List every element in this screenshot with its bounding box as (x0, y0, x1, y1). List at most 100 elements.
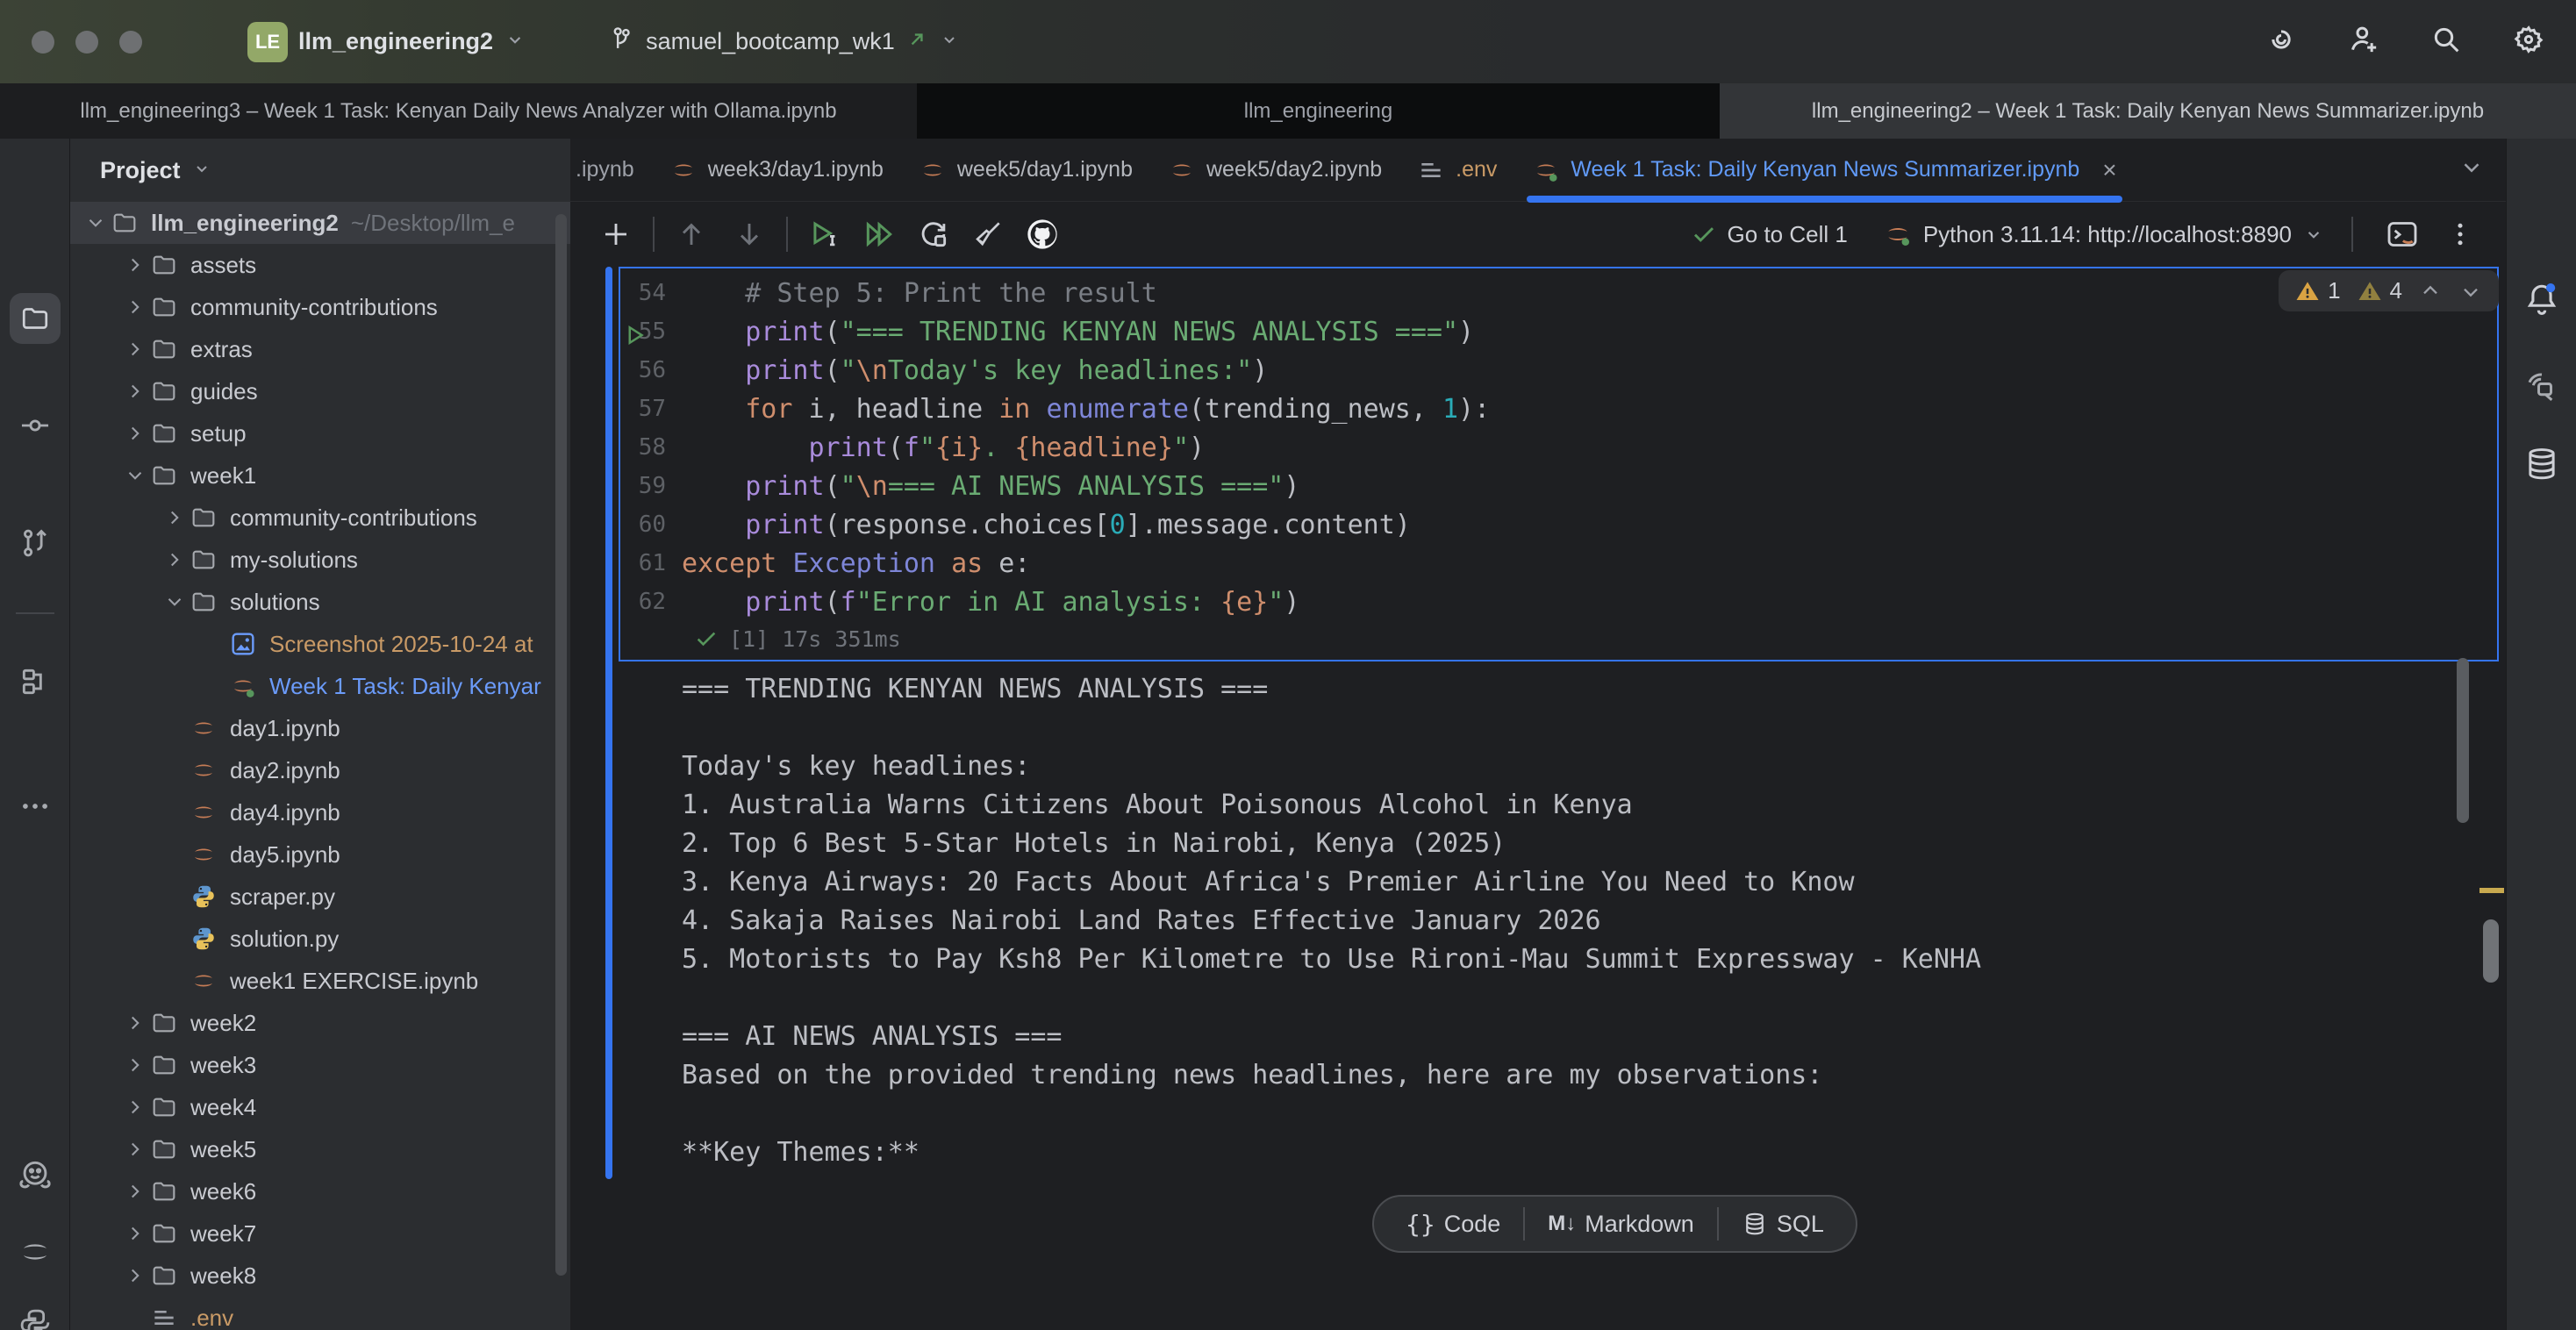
editor-tab[interactable]: .env (1399, 139, 1514, 201)
chevron-right-icon[interactable] (160, 506, 190, 529)
commit-tool-button[interactable] (18, 409, 52, 447)
chevron-down-icon[interactable] (191, 158, 212, 183)
notifications-bell-icon[interactable] (2522, 279, 2561, 322)
kebab-menu-icon[interactable] (2437, 211, 2483, 257)
tree-item[interactable]: week8 (70, 1255, 570, 1297)
code-line[interactable]: 62 print(f"Error in AI analysis: {e}") (620, 583, 2497, 621)
tree-item[interactable]: week3 (70, 1044, 570, 1086)
tree-item[interactable]: .env (70, 1297, 570, 1330)
chevron-right-icon[interactable] (120, 254, 150, 276)
jupyter-tool-button[interactable] (17, 1233, 54, 1275)
minimize-window-button[interactable] (75, 31, 98, 54)
database-tool-icon[interactable] (2523, 446, 2560, 487)
code-cell[interactable]: 54 # Step 5: Print the result55 print("=… (619, 267, 2499, 661)
tree-item[interactable]: scraper.py (70, 876, 570, 918)
window-tab[interactable]: llm_engineering (917, 83, 1720, 139)
move-cell-up-button[interactable] (669, 211, 714, 257)
tree-item[interactable]: my-solutions (70, 539, 570, 581)
code-line[interactable]: 54 # Step 5: Print the result (620, 274, 2497, 312)
tree-item[interactable]: solutions (70, 581, 570, 623)
code-line[interactable]: 57 for i, headline in enumerate(trending… (620, 390, 2497, 428)
chevron-right-icon[interactable] (120, 296, 150, 318)
window-controls[interactable] (32, 31, 142, 54)
tree-item[interactable]: assets (70, 244, 570, 286)
chevron-right-icon[interactable] (120, 1054, 150, 1076)
tree-item[interactable]: community-contributions (70, 497, 570, 539)
tree-item[interactable]: day2.ipynb (70, 749, 570, 791)
chevron-right-icon[interactable] (120, 1264, 150, 1287)
tree-item[interactable]: setup (70, 412, 570, 454)
tree-item[interactable]: week6 (70, 1170, 570, 1212)
notebook-scrollbar[interactable] (2457, 658, 2469, 823)
editor-tab[interactable]: week5/day2.ipynb (1150, 139, 1399, 201)
tree-item[interactable]: week5 (70, 1128, 570, 1170)
go-to-cell-widget[interactable]: Go to Cell 1 (1691, 221, 1848, 248)
search-icon[interactable] (2429, 22, 2464, 61)
project-tool-button[interactable] (10, 293, 61, 344)
close-tab-icon[interactable]: × (2102, 156, 2116, 184)
prev-warning-icon[interactable] (2418, 279, 2443, 304)
editor-tab[interactable]: week3/day1.ipynb (652, 139, 901, 201)
tree-item[interactable]: Week 1 Task: Daily Kenyar (70, 665, 570, 707)
window-tab[interactable]: llm_engineering3 – Week 1 Task: Kenyan D… (0, 83, 917, 139)
editor-tab[interactable]: week5/day1.ipynb (901, 139, 1150, 201)
code-line[interactable]: 60 print(response.choices[0].message.con… (620, 505, 2497, 544)
tree-item[interactable]: week1 (70, 454, 570, 497)
next-warning-icon[interactable] (2458, 279, 2483, 304)
project-widget[interactable]: LE llm_engineering2 (247, 22, 526, 62)
run-line-icon[interactable] (622, 322, 648, 354)
settings-gear-icon[interactable] (2511, 22, 2546, 61)
restart-kernel-button[interactable] (911, 211, 956, 257)
close-window-button[interactable] (32, 31, 54, 54)
jupyter-console-button[interactable] (2379, 211, 2425, 257)
window-tab[interactable]: llm_engineering2 – Week 1 Task: Daily Ke… (1720, 83, 2576, 139)
chevron-right-icon[interactable] (120, 380, 150, 403)
tree-item[interactable]: week2 (70, 1002, 570, 1044)
error-stripe-warning-mark[interactable] (2479, 888, 2504, 893)
chevron-right-icon[interactable] (120, 338, 150, 361)
chevron-right-icon[interactable] (120, 1096, 150, 1119)
code-line[interactable]: 56 print("\nToday's key headlines:") (620, 351, 2497, 390)
vcs-widget[interactable]: samuel_bootcamp_wk1 (605, 25, 960, 59)
ai-assistant-icon[interactable] (2264, 22, 2299, 61)
add-cell-button[interactable] (593, 211, 639, 257)
inspections-widget[interactable]: 1 4 (2279, 270, 2499, 311)
chevron-right-icon[interactable] (120, 1222, 150, 1245)
pull-requests-tool-button[interactable] (18, 526, 52, 564)
move-cell-down-button[interactable] (726, 211, 772, 257)
chevron-down-icon[interactable] (160, 590, 190, 613)
github-icon[interactable] (1020, 211, 1065, 257)
tree-item[interactable]: community-contributions (70, 286, 570, 328)
chevron-down-icon[interactable] (81, 211, 111, 234)
python-console-tool-button[interactable] (17, 1305, 54, 1330)
structure-tool-button[interactable] (18, 665, 52, 703)
zoom-window-button[interactable] (119, 31, 142, 54)
add-code-cell-button[interactable]: {} Code (1383, 1210, 1523, 1239)
tree-scrollbar[interactable] (555, 214, 567, 1276)
add-sql-cell-button[interactable]: SQL (1719, 1211, 1847, 1238)
run-cell-button[interactable] (802, 211, 848, 257)
find-usages-icon[interactable] (2523, 368, 2560, 410)
tree-item[interactable]: week7 (70, 1212, 570, 1255)
huggingface-tool-button[interactable] (16, 1156, 54, 1199)
error-stripe-thumb[interactable] (2483, 919, 2499, 983)
add-user-icon[interactable] (2346, 22, 2381, 61)
code-line[interactable]: 55 print("=== TRENDING KENYAN NEWS ANALY… (620, 312, 2497, 351)
code-line[interactable]: 61except Exception as e: (620, 544, 2497, 583)
chevron-right-icon[interactable] (120, 422, 150, 445)
add-markdown-cell-button[interactable]: M↓ Markdown (1525, 1211, 1717, 1238)
clear-outputs-button[interactable] (965, 211, 1011, 257)
tree-item[interactable]: week4 (70, 1086, 570, 1128)
code-line[interactable]: 58 print(f"{i}. {headline}") (620, 428, 2497, 467)
hidden-tabs-chevron-icon[interactable] (2458, 154, 2485, 185)
tree-item[interactable]: Screenshot 2025-10-24 at (70, 623, 570, 665)
code-line[interactable]: 59 print("\n=== AI NEWS ANALYSIS ===") (620, 467, 2497, 505)
chevron-right-icon[interactable] (120, 1012, 150, 1034)
tree-item[interactable]: day1.ipynb (70, 707, 570, 749)
tree-item[interactable]: llm_engineering2~/Desktop/llm_e (70, 202, 570, 244)
more-tools-button[interactable] (18, 790, 52, 827)
tree-item[interactable]: day4.ipynb (70, 791, 570, 833)
tree-item[interactable]: day5.ipynb (70, 833, 570, 876)
tree-item[interactable]: guides (70, 370, 570, 412)
editor-tab[interactable]: Week 1 Task: Daily Kenyan News Summarize… (1514, 139, 2134, 201)
